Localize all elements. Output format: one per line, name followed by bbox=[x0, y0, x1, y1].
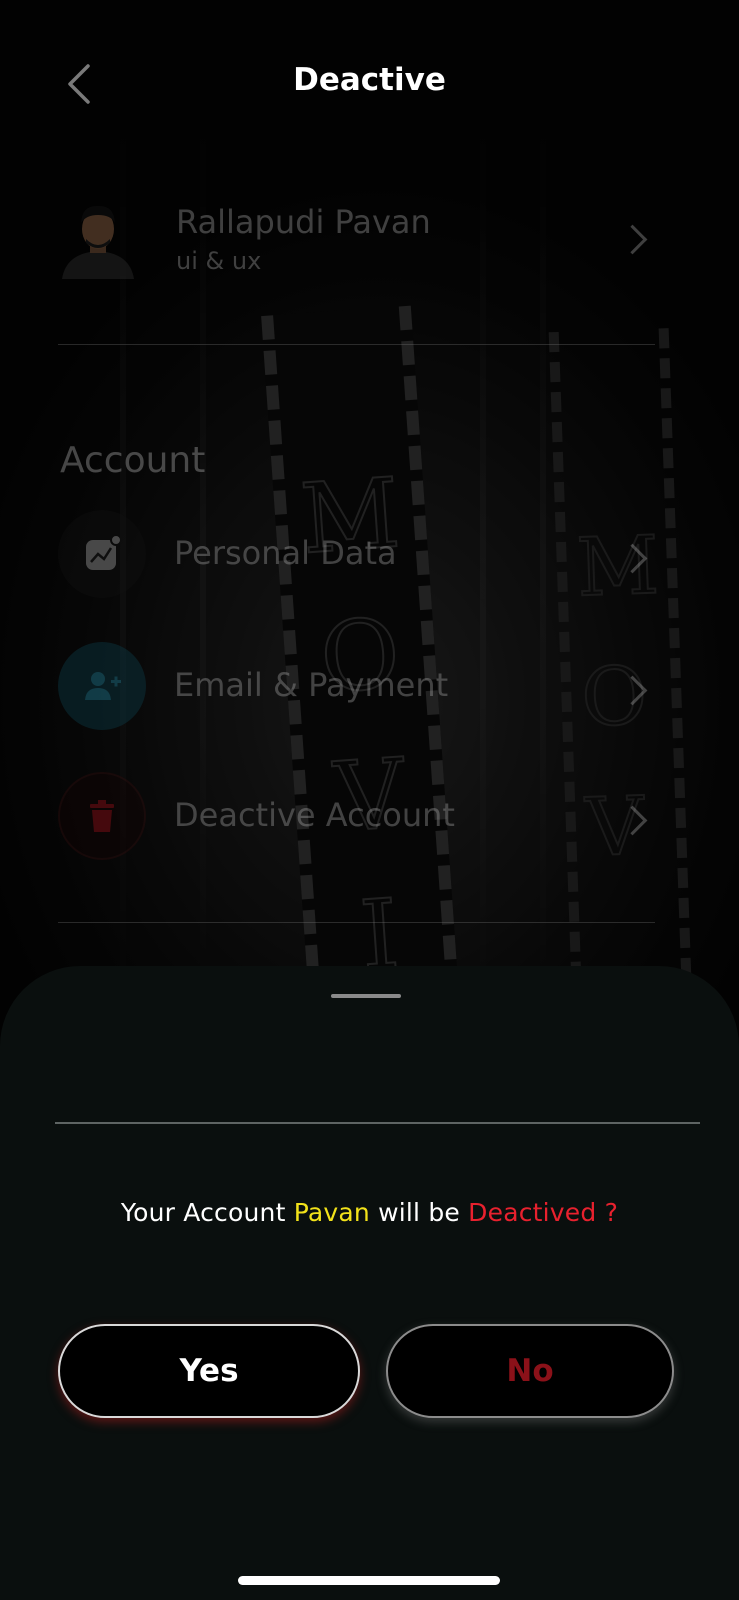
deactivate-confirm-sheet: Your Account Pavan will be Deactived ? Y… bbox=[0, 966, 739, 1600]
profile-row[interactable]: Rallapudi Pavan ui & ux bbox=[56, 195, 648, 285]
home-indicator bbox=[238, 1576, 500, 1585]
menu-label: Email & Payment bbox=[174, 666, 449, 704]
trash-icon bbox=[58, 772, 146, 860]
menu-label: Personal Data bbox=[174, 534, 397, 572]
avatar bbox=[56, 195, 140, 279]
add-user-icon bbox=[58, 642, 146, 730]
confirm-username: Pavan bbox=[293, 1198, 370, 1227]
confirm-message: Your Account Pavan will be Deactived ? bbox=[0, 1198, 739, 1227]
confirm-warning: Deactived ? bbox=[468, 1198, 619, 1227]
menu-item-email-payment[interactable]: Email & Payment bbox=[58, 642, 648, 732]
menu-item-deactive-account[interactable]: Deactive Account bbox=[58, 772, 648, 862]
confirm-message-middle: will be bbox=[369, 1198, 469, 1227]
section-title-account: Account bbox=[60, 440, 206, 481]
no-button[interactable]: No bbox=[386, 1324, 674, 1418]
menu-item-personal-data[interactable]: Personal Data bbox=[58, 510, 648, 600]
yes-button[interactable]: Yes bbox=[58, 1324, 360, 1418]
sheet-drag-handle[interactable] bbox=[331, 994, 401, 998]
profile-role: ui & ux bbox=[176, 247, 262, 275]
confirm-message-prefix: Your Account bbox=[120, 1198, 294, 1227]
header: Deactive bbox=[0, 50, 739, 120]
chevron-right-icon bbox=[617, 675, 648, 706]
sheet-divider bbox=[55, 1122, 700, 1124]
profile-name: Rallapudi Pavan bbox=[176, 203, 431, 241]
menu-label: Deactive Account bbox=[174, 796, 455, 834]
divider bbox=[58, 344, 655, 345]
divider bbox=[58, 922, 655, 923]
page-title: Deactive bbox=[293, 62, 446, 98]
chevron-right-icon bbox=[617, 224, 648, 255]
chevron-right-icon bbox=[617, 805, 648, 836]
chart-icon bbox=[58, 510, 146, 598]
chevron-right-icon bbox=[617, 543, 648, 574]
